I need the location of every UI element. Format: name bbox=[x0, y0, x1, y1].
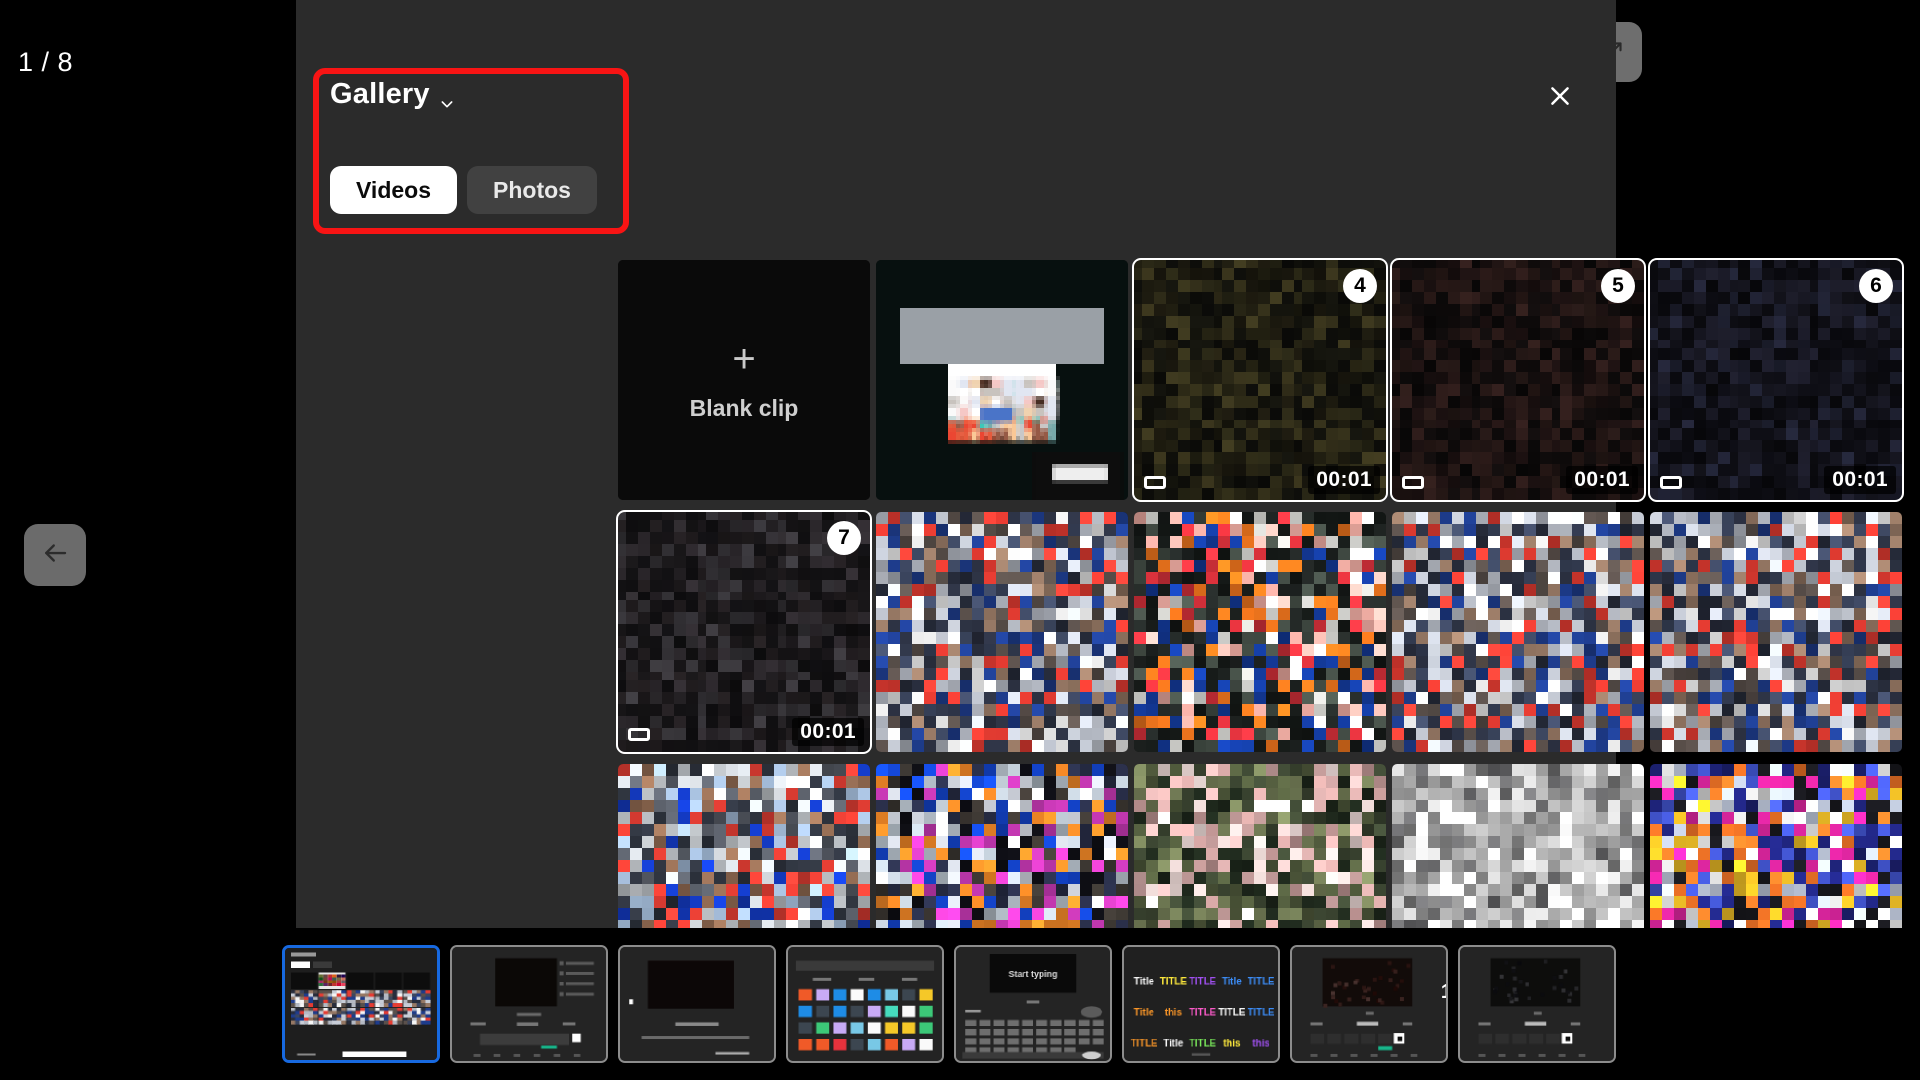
tab-photos[interactable]: Photos bbox=[467, 166, 597, 214]
filmstrip-thumbnail[interactable] bbox=[618, 945, 776, 1063]
photo-thumbnail-tile[interactable] bbox=[1650, 512, 1902, 752]
filmstrip-thumbnail[interactable] bbox=[1122, 945, 1280, 1063]
thumbnail-canvas bbox=[876, 260, 1128, 500]
selection-order-badge: 6 bbox=[1859, 269, 1893, 303]
selection-order-badge: 7 bbox=[827, 521, 861, 555]
filmstrip-index-label: 1 bbox=[1441, 981, 1446, 1004]
tab-videos[interactable]: Videos bbox=[330, 166, 457, 214]
photo-thumbnail-tile[interactable] bbox=[1134, 512, 1386, 752]
video-thumbnail-tile[interactable]: 4 00:01 bbox=[1132, 258, 1388, 502]
filmstrip-thumbnail[interactable] bbox=[282, 945, 440, 1063]
page-title: Gallery bbox=[330, 78, 430, 110]
filmstrip-thumbnail[interactable] bbox=[450, 945, 608, 1063]
duration-label: 00:01 bbox=[1308, 466, 1380, 494]
filmstrip-canvas bbox=[1292, 947, 1446, 1061]
thumbnail-canvas bbox=[876, 512, 1128, 752]
video-frame-icon bbox=[1144, 476, 1166, 489]
filmstrip-thumbnail[interactable] bbox=[954, 945, 1112, 1063]
thumbnail-image bbox=[876, 260, 1128, 500]
gallery-panel: Gallery Videos Photos + Blank clip 4 00:… bbox=[296, 0, 1904, 1004]
photo-thumbnail-tile[interactable] bbox=[876, 260, 1128, 500]
chevron-down-icon bbox=[439, 87, 455, 107]
close-button[interactable] bbox=[1540, 78, 1580, 118]
filmstrip-thumbnail[interactable] bbox=[786, 945, 944, 1063]
thumbnail-image bbox=[876, 512, 1128, 752]
thumbnail-image: + Blank clip bbox=[618, 260, 870, 500]
filmstrip: 1 bbox=[0, 928, 1920, 1080]
blank-clip-content: + Blank clip bbox=[618, 260, 870, 500]
arrow-left-icon bbox=[40, 538, 70, 573]
photo-thumbnail-tile[interactable] bbox=[1392, 512, 1644, 752]
video-frame-icon bbox=[628, 728, 650, 741]
media-type-tabs: Videos Photos bbox=[330, 166, 597, 214]
filmstrip-thumbnail[interactable] bbox=[1458, 945, 1616, 1063]
selection-order-badge: 4 bbox=[1343, 269, 1377, 303]
video-thumbnail-tile[interactable]: 6 00:01 bbox=[1648, 258, 1904, 502]
thumbnail-image bbox=[1650, 512, 1902, 752]
video-frame-icon bbox=[1402, 476, 1424, 489]
thumbnail-canvas bbox=[1392, 512, 1644, 752]
duration-label: 00:01 bbox=[1566, 466, 1638, 494]
video-thumbnail-tile[interactable]: 5 00:01 bbox=[1390, 258, 1646, 502]
page-counter: 1 / 8 bbox=[18, 47, 74, 77]
selection-order-badge: 5 bbox=[1601, 269, 1635, 303]
filmstrip-canvas bbox=[956, 947, 1110, 1061]
previous-page-button[interactable] bbox=[24, 524, 86, 586]
filmstrip-canvas bbox=[1124, 947, 1278, 1061]
duration-label: 00:01 bbox=[792, 718, 864, 746]
filmstrip-thumbnail[interactable]: 1 bbox=[1290, 945, 1448, 1063]
media-grid: + Blank clip 4 00:01 5 00:01 6 00:01 7 00:01 bbox=[616, 258, 1904, 1004]
blank-clip-label: Blank clip bbox=[689, 394, 799, 421]
thumbnail-image bbox=[1392, 512, 1644, 752]
filmstrip-canvas bbox=[620, 947, 774, 1061]
blank-clip-tile[interactable]: + Blank clip bbox=[618, 260, 870, 500]
photo-thumbnail-tile[interactable] bbox=[876, 512, 1128, 752]
filmstrip-canvas bbox=[452, 947, 606, 1061]
filmstrip-canvas bbox=[788, 947, 942, 1061]
gallery-header: Gallery Videos Photos bbox=[296, 0, 1616, 250]
duration-label: 00:01 bbox=[1824, 466, 1896, 494]
close-icon bbox=[1547, 83, 1573, 114]
thumbnail-canvas bbox=[1650, 512, 1902, 752]
gallery-picker-screen: 1 / 8 Gallery Videos Photos + Blank clip… bbox=[0, 0, 1920, 1080]
plus-icon: + bbox=[732, 336, 756, 381]
video-thumbnail-tile[interactable]: 7 00:01 bbox=[616, 510, 872, 754]
filmstrip-canvas bbox=[1460, 947, 1614, 1061]
thumbnail-image bbox=[1134, 512, 1386, 752]
gallery-title-dropdown[interactable]: Gallery bbox=[330, 78, 455, 111]
thumbnail-canvas bbox=[1134, 512, 1386, 752]
video-frame-icon bbox=[1660, 476, 1682, 489]
filmstrip-canvas bbox=[285, 948, 437, 1060]
